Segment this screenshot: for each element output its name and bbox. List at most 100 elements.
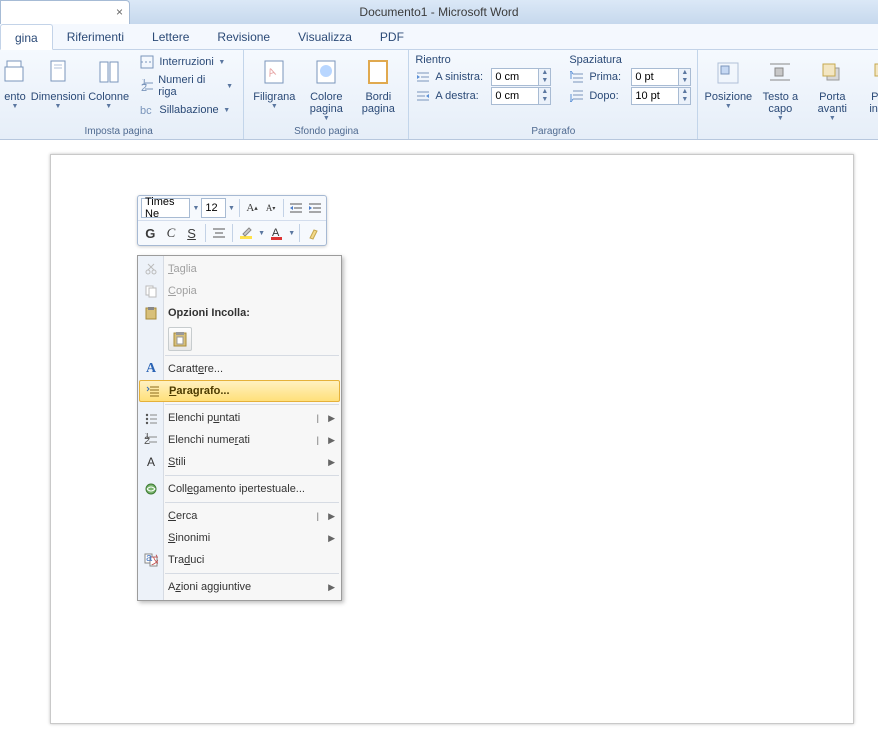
ctx-bullets[interactable]: Elenchi puntati | ▶ bbox=[138, 407, 341, 429]
ctx-additional-actions-label: Azioni aggiuntive bbox=[168, 581, 251, 593]
space-after-label: Dopo: bbox=[589, 90, 627, 102]
window-title: Documento1 - Microsoft Word bbox=[359, 5, 518, 19]
dropdown-arrow-icon: ▼ bbox=[323, 115, 330, 122]
submenu-arrow-icon: ▶ bbox=[328, 511, 335, 522]
page-color-icon bbox=[310, 57, 342, 89]
mini-underline[interactable]: S bbox=[182, 223, 201, 243]
mini-decrease-indent[interactable] bbox=[288, 198, 305, 218]
btn-size[interactable]: Dimensioni ▼ bbox=[34, 53, 82, 112]
btn-hyphenation[interactable]: bc Sillabazione ▼ bbox=[135, 101, 237, 119]
btn-wrap-text-label: Testo a capo bbox=[763, 91, 798, 115]
group-page-setup: ento ▼ Dimensioni ▼ Colonne ▼ bbox=[0, 50, 244, 139]
font-icon: A bbox=[142, 360, 160, 378]
ctx-paste-option-keep-source[interactable] bbox=[168, 327, 192, 351]
ctx-numbering[interactable]: 12 Elenchi numerati | ▶ bbox=[138, 429, 341, 451]
mini-font-size[interactable]: 12 bbox=[201, 198, 226, 218]
spinner-up-icon[interactable]: ▲ bbox=[539, 69, 550, 77]
spinner-down-icon[interactable]: ▼ bbox=[679, 96, 690, 104]
background-tab-close-icon[interactable]: × bbox=[116, 5, 123, 19]
btn-send-backward[interactable]: Porta indietr bbox=[860, 53, 878, 117]
btn-size-label: Dimensioni bbox=[31, 91, 85, 103]
dropdown-arrow-icon[interactable]: ▼ bbox=[228, 205, 235, 212]
space-before-spinner[interactable]: ▲▼ bbox=[631, 68, 691, 86]
mini-align-center[interactable] bbox=[210, 223, 229, 243]
tab-mailings[interactable]: Lettere bbox=[138, 24, 203, 50]
tab-layout[interactable]: gina bbox=[0, 24, 53, 50]
copy-icon bbox=[142, 282, 160, 300]
dropdown-arrow-icon[interactable]: ▼ bbox=[258, 230, 265, 237]
mini-italic[interactable]: C bbox=[162, 223, 181, 243]
ctx-copy-label: Copia bbox=[168, 285, 197, 297]
ctx-paragraph[interactable]: Paragrafo... bbox=[139, 380, 340, 402]
tab-review[interactable]: Revisione bbox=[203, 24, 284, 50]
mini-format-painter[interactable] bbox=[304, 223, 323, 243]
watermark-icon: A bbox=[258, 57, 290, 89]
ctx-copy: Copia bbox=[138, 280, 341, 302]
mini-font-name-value: Times Ne bbox=[145, 196, 186, 220]
breaks-icon bbox=[139, 54, 155, 70]
space-after-icon bbox=[569, 88, 585, 104]
space-after-input[interactable] bbox=[632, 90, 678, 102]
ctx-cut-label: Taglia bbox=[168, 263, 197, 275]
ctx-translate[interactable]: a文 Traduci bbox=[138, 549, 341, 571]
indent-right-spinner[interactable]: ▲▼ bbox=[491, 87, 551, 105]
btn-columns[interactable]: Colonne ▼ bbox=[86, 53, 131, 112]
space-before-input[interactable] bbox=[632, 71, 678, 83]
title-bar: × Documento1 - Microsoft Word bbox=[0, 0, 878, 24]
dropdown-arrow-icon[interactable]: ▼ bbox=[192, 205, 199, 212]
mini-font-name[interactable]: Times Ne bbox=[141, 198, 190, 218]
ctx-search[interactable]: Cerca | ▶ bbox=[138, 505, 341, 527]
submenu-arrow-icon: ▶ bbox=[328, 582, 335, 593]
mini-bold[interactable]: G bbox=[141, 223, 160, 243]
dropdown-arrow-icon: ▼ bbox=[829, 115, 836, 122]
mini-highlight[interactable] bbox=[237, 223, 256, 243]
spinner-up-icon[interactable]: ▲ bbox=[679, 69, 690, 77]
space-before-label: Prima: bbox=[589, 71, 627, 83]
ctx-paste-header-label: Opzioni Incolla: bbox=[168, 307, 250, 319]
btn-orientation[interactable]: ento ▼ bbox=[0, 53, 30, 112]
btn-page-color-label: Colore pagina bbox=[310, 91, 343, 115]
indent-right-label: A destra: bbox=[435, 90, 487, 102]
orientation-icon bbox=[0, 57, 31, 89]
ctx-translate-label: Traduci bbox=[168, 554, 204, 566]
ctx-hyperlink[interactable]: Collegamento ipertestuale... bbox=[138, 478, 341, 500]
ctx-numbering-label: Elenchi numerati bbox=[168, 434, 250, 446]
indent-left-spinner[interactable]: ▲▼ bbox=[491, 68, 551, 86]
btn-page-color[interactable]: Colore pagina ▼ bbox=[302, 53, 350, 124]
btn-position[interactable]: Posizione ▼ bbox=[704, 53, 752, 112]
tab-pdf[interactable]: PDF bbox=[366, 24, 418, 50]
btn-line-numbers[interactable]: 12 Numeri di riga ▼ bbox=[135, 73, 237, 99]
btn-bring-forward[interactable]: Porta avanti ▼ bbox=[808, 53, 856, 124]
indent-left-input[interactable] bbox=[492, 71, 538, 83]
mini-grow-font[interactable]: A▴ bbox=[244, 198, 261, 218]
btn-watermark[interactable]: A Filigrana ▼ bbox=[250, 53, 298, 112]
indent-right-icon bbox=[415, 88, 431, 104]
spinner-down-icon[interactable]: ▼ bbox=[539, 77, 550, 85]
space-after-spinner[interactable]: ▲▼ bbox=[631, 87, 691, 105]
send-backward-icon bbox=[868, 57, 878, 89]
spinner-up-icon[interactable]: ▲ bbox=[539, 88, 550, 96]
group-page-background-label: Sfondo pagina bbox=[250, 125, 402, 139]
spinner-down-icon[interactable]: ▼ bbox=[539, 96, 550, 104]
ctx-font[interactable]: A Carattere... bbox=[138, 358, 341, 380]
tab-references[interactable]: Riferimenti bbox=[53, 24, 138, 50]
btn-wrap-text[interactable]: Testo a capo ▼ bbox=[756, 53, 804, 124]
ctx-synonyms[interactable]: Sinonimi ▶ bbox=[138, 527, 341, 549]
btn-breaks-label: Interruzioni bbox=[159, 56, 213, 68]
spinner-up-icon[interactable]: ▲ bbox=[679, 88, 690, 96]
mini-font-color[interactable]: A bbox=[267, 223, 286, 243]
ctx-additional-actions[interactable]: Azioni aggiuntive ▶ bbox=[138, 576, 341, 598]
document-workspace[interactable] bbox=[0, 140, 878, 741]
tab-view[interactable]: Visualizza bbox=[284, 24, 366, 50]
background-window-tab: × bbox=[0, 0, 130, 24]
dropdown-arrow-icon[interactable]: ▼ bbox=[288, 230, 295, 237]
mini-shrink-font[interactable]: A▾ bbox=[262, 198, 279, 218]
btn-page-borders[interactable]: Bordi pagina bbox=[354, 53, 402, 117]
ctx-styles[interactable]: A Stili ▶ bbox=[138, 451, 341, 473]
line-numbers-icon: 12 bbox=[139, 78, 154, 94]
indent-right-input[interactable] bbox=[492, 90, 538, 102]
btn-breaks[interactable]: Interruzioni ▼ bbox=[135, 53, 237, 71]
mini-increase-indent[interactable] bbox=[306, 198, 323, 218]
columns-icon bbox=[93, 57, 125, 89]
spinner-down-icon[interactable]: ▼ bbox=[679, 77, 690, 85]
